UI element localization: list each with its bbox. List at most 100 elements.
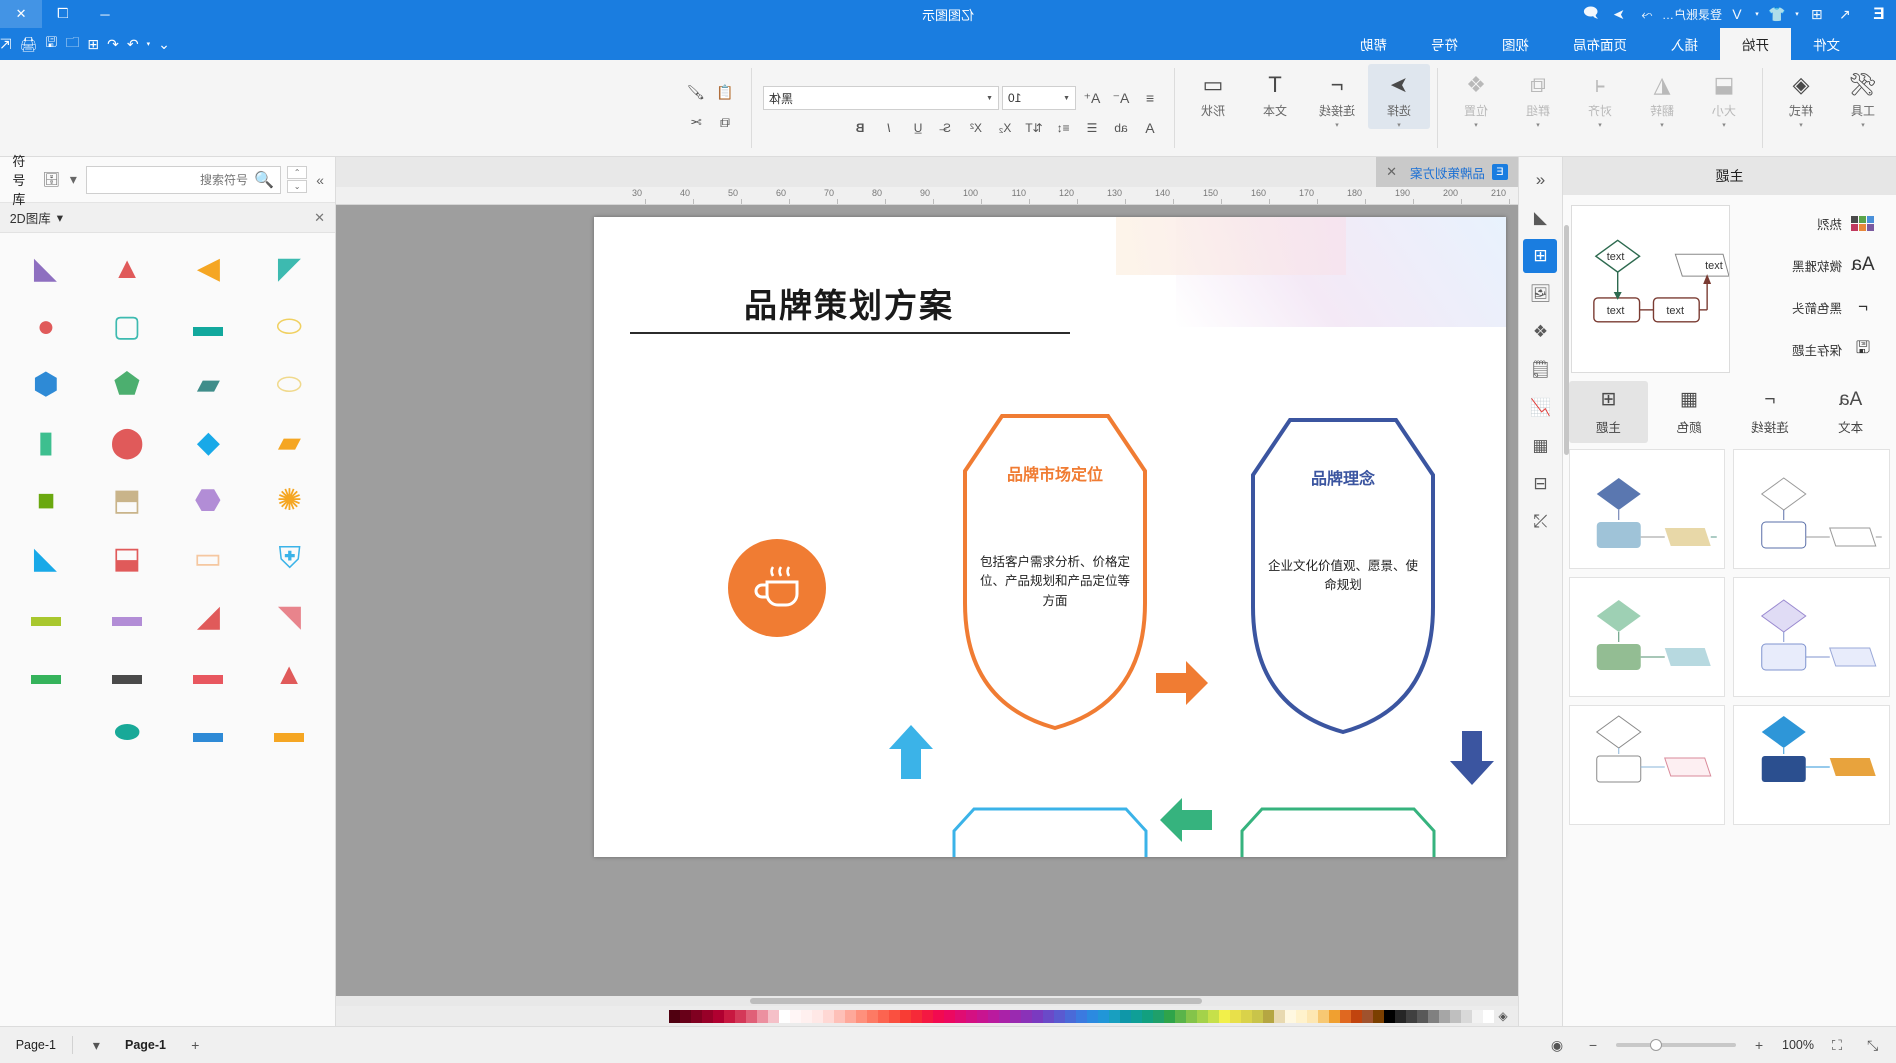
palette-swatch[interactable] (878, 1009, 889, 1023)
bold-button[interactable]: B (847, 116, 873, 140)
roundrect-cyan[interactable]: ▢ (89, 301, 164, 353)
decrease-font-icon[interactable]: A⁻ (1108, 86, 1134, 110)
spin-down-icon[interactable]: ⌄ (287, 180, 308, 193)
save-theme-option[interactable]: 🖫 保存主题 (1738, 331, 1888, 367)
palette-swatch[interactable] (1109, 1009, 1120, 1023)
open-folder-icon[interactable]: 🗀 (65, 32, 79, 56)
canvas-area[interactable]: 品牌策划方案 品牌理念 企业文化价值观、愿景、使命规划 品牌市场定位 包括客户需… (336, 205, 1518, 1006)
align-text-icon[interactable]: ≡ (1137, 86, 1163, 110)
quarter-red[interactable]: ◢ (171, 591, 246, 643)
shield-blue[interactable]: ⛨ (252, 533, 327, 585)
qat-more-icon[interactable]: ⌄ (158, 36, 170, 53)
palette-swatch[interactable] (1076, 1009, 1087, 1023)
back-nav-icon[interactable]: ↖ (1832, 2, 1858, 26)
redo-dropdown-icon[interactable]: ▾ (147, 40, 151, 48)
palette-swatch[interactable] (1417, 1009, 1428, 1023)
ribbon-shape-button[interactable]: ▭ 形状 (1182, 64, 1244, 119)
font-color-button[interactable]: ab (1108, 116, 1134, 140)
palette-swatch[interactable] (966, 1009, 977, 1023)
palette-swatch[interactable] (1296, 1009, 1307, 1023)
theme-thumb[interactable] (1733, 577, 1890, 697)
palette-swatch[interactable] (1120, 1009, 1131, 1023)
tab-file[interactable]: 文件 (1791, 28, 1862, 60)
roundrect-peach[interactable]: ▭ (171, 533, 246, 585)
minimize-button[interactable]: ─ (84, 0, 126, 28)
shield-brand-concept[interactable]: 品牌理念 企业文化价值观、愿景、使命规划 (1250, 417, 1436, 735)
ribbon-align-button[interactable]: ⫞ 对齐 ▾ (1569, 64, 1631, 129)
left-panel-scrollbar[interactable] (1563, 195, 1570, 1026)
palette-swatch[interactable] (1274, 1009, 1285, 1023)
close-icon[interactable]: ✕ (1386, 164, 1397, 180)
palette-swatch[interactable] (1483, 1009, 1494, 1023)
square-green[interactable]: ■ (8, 475, 83, 527)
palette-swatch[interactable] (1307, 1009, 1318, 1023)
bar-olive[interactable]: ▬ (8, 591, 83, 643)
theme-thumb[interactable] (1569, 577, 1726, 697)
zoom-in-button[interactable]: + (1746, 1033, 1772, 1057)
ribbon-select-button[interactable]: ➤ 选择 ▾ (1368, 64, 1430, 129)
account-label[interactable]: 登录账户… (1662, 2, 1722, 26)
palette-swatch[interactable] (1373, 1009, 1384, 1023)
arrow-left-orange[interactable] (1154, 657, 1210, 709)
ribbon-flip-button[interactable]: ◭ 翻转 ▾ (1631, 64, 1693, 129)
ribbon-size-button[interactable]: ⬓ 大小 ▾ (1693, 64, 1755, 129)
zoom-slider[interactable] (1616, 1039, 1737, 1051)
rail-shuffle-icon[interactable]: ⤭ (1524, 505, 1558, 539)
palette-swatch[interactable] (1340, 1009, 1351, 1023)
triangle-left-orange[interactable]: ◀ (171, 243, 246, 295)
save-icon[interactable]: 🖫 (46, 32, 58, 56)
text-highlight-button[interactable]: A (1137, 116, 1163, 140)
undo-icon[interactable]: ↶ (107, 36, 119, 53)
palette-swatch[interactable] (812, 1009, 823, 1023)
palette-swatch[interactable] (1131, 1009, 1142, 1023)
rail-symbols-icon[interactable]: ⊞ (1523, 239, 1558, 273)
palette-swatch[interactable] (1439, 1009, 1450, 1023)
increase-font-icon[interactable]: A⁺ (1079, 86, 1105, 110)
symbol-search-input[interactable] (93, 172, 249, 187)
close-button[interactable]: ✕ (0, 0, 42, 28)
underline-button[interactable]: U̲ (905, 116, 931, 140)
coffee-cup-icon[interactable] (728, 539, 826, 637)
bar-green[interactable]: ▬ (8, 649, 83, 701)
symbol-search-box[interactable]: 🔍 (86, 165, 282, 194)
triangle-sm-red[interactable]: ▲ (252, 649, 327, 701)
redo-icon[interactable]: ↷ (127, 36, 139, 53)
palette-swatch[interactable] (900, 1009, 911, 1023)
palette-swatch[interactable] (1010, 1009, 1021, 1023)
palette-swatch[interactable] (1021, 1009, 1032, 1023)
color-picker-icon[interactable]: ◈ (1494, 1007, 1512, 1025)
share-icon[interactable]: ⤳ (1634, 2, 1660, 26)
tab-symbols[interactable]: 符号 (1409, 28, 1480, 60)
palette-swatch[interactable] (1351, 1009, 1362, 1023)
canvas-horizontal-scrollbar[interactable] (316, 996, 1518, 1006)
palette-swatch[interactable] (768, 1009, 779, 1023)
pentagon-green[interactable]: ⬟ (89, 359, 164, 411)
palette-swatch[interactable] (1065, 1009, 1076, 1023)
palette-swatch[interactable] (944, 1009, 955, 1023)
ribbon-style-button[interactable]: ◈ 样式 ▾ (1770, 64, 1832, 129)
tab-help[interactable]: 帮助 (1338, 28, 1409, 60)
palette-swatch[interactable] (1197, 1009, 1208, 1023)
pill-purple[interactable]: ▬ (89, 591, 164, 643)
superscript-button[interactable]: X² (963, 116, 989, 140)
bar-red[interactable]: ▬ (171, 649, 246, 701)
theme-thumb[interactable] (1733, 705, 1890, 825)
palette-swatch[interactable] (1186, 1009, 1197, 1023)
trapezoid-bar-green[interactable] (1240, 807, 1436, 857)
triangle-right-teal[interactable]: ◤ (252, 243, 327, 295)
page-dropdown-icon[interactable]: ▾ (83, 1033, 109, 1057)
arrow-up-skyblue[interactable] (886, 723, 936, 781)
library-close-icon[interactable]: ✕ (314, 210, 325, 226)
palette-swatch[interactable] (801, 1009, 812, 1023)
triangle-purple[interactable]: ◣ (8, 243, 83, 295)
hexagon-blue[interactable]: ⬢ (8, 359, 83, 411)
palette-swatch[interactable] (724, 1009, 735, 1023)
bar-dark[interactable]: ▬ (89, 649, 164, 701)
palette-swatch[interactable] (1098, 1009, 1109, 1023)
tab-insert[interactable]: 插入 (1649, 28, 1720, 60)
palette-swatch[interactable] (834, 1009, 845, 1023)
rail-grid-icon[interactable]: ▦ (1524, 429, 1558, 463)
apps-icon[interactable]: ⊞ (1804, 2, 1830, 26)
document-page[interactable]: 品牌策划方案 品牌理念 企业文化价值观、愿景、使命规划 品牌市场定位 包括客户需… (594, 217, 1506, 857)
palette-swatch[interactable] (1285, 1009, 1296, 1023)
